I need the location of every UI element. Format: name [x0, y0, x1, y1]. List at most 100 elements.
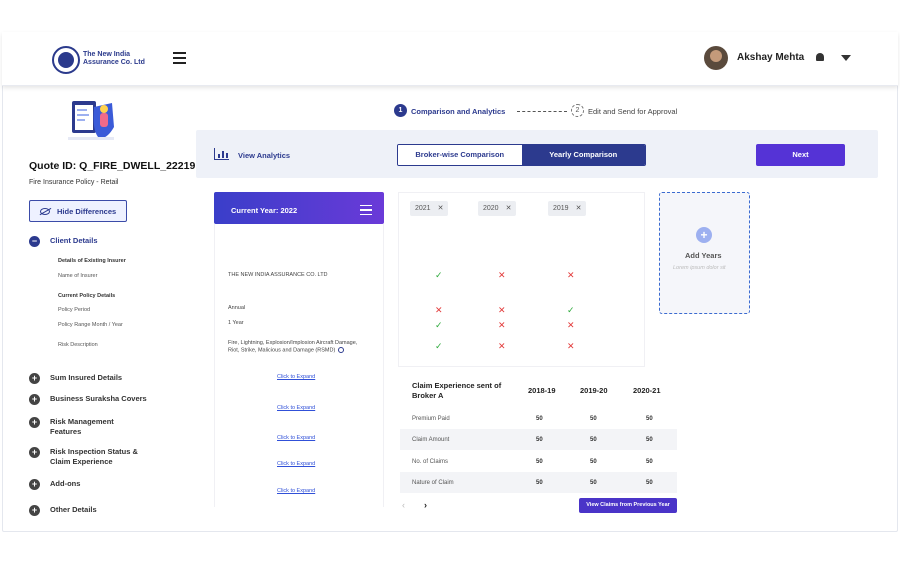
cell-value: 50 [646, 437, 653, 443]
chevron-down-icon[interactable] [841, 55, 851, 61]
year-chip[interactable]: 2020 ✕ [478, 201, 517, 216]
year-chip[interactable]: 2021 ✕ [410, 201, 449, 216]
plus-circle-icon: + [29, 479, 40, 490]
policy-period-value: Annual [228, 305, 246, 311]
row-label: Claim Amount [412, 437, 450, 443]
plus-icon[interactable]: + [696, 227, 712, 243]
info-icon[interactable] [338, 347, 345, 353]
sub-heading: Details of Existing Insurer [58, 258, 126, 264]
risk-description-value: Fire, Lightning, Explosion/Implosion Air… [228, 340, 368, 354]
tab-broker-wise[interactable]: Broker-wise Comparison [398, 145, 522, 165]
cell-value: 50 [646, 480, 653, 486]
policy-range-value: 1 Year [228, 320, 244, 326]
insurer-name-value: THE NEW INDIA ASSURANCE CO. LTD [228, 272, 328, 278]
cell-value: 50 [590, 437, 597, 443]
sub-heading: Current Policy Details [58, 293, 116, 299]
menu-icon[interactable] [360, 205, 372, 218]
sub-item: Risk Description [58, 342, 98, 348]
view-analytics-link[interactable]: View Analytics [238, 151, 290, 160]
plus-circle-icon: + [29, 447, 40, 458]
column-header: 2019-20 [580, 386, 608, 395]
section-risk-management[interactable]: + Risk Management Features [29, 417, 130, 437]
cross-icon: ✕ [435, 305, 443, 315]
step-connector [517, 111, 567, 112]
section-label: Risk Management Features [50, 417, 114, 436]
section-add-ons[interactable]: + Add-ons [29, 479, 150, 490]
row-label: No. of Claims [412, 459, 449, 465]
close-icon[interactable]: ✕ [576, 205, 582, 212]
cell-value: 50 [536, 416, 543, 422]
section-label: Add-ons [50, 479, 81, 488]
expand-link[interactable]: Click to Expand [277, 461, 315, 467]
close-icon[interactable]: ✕ [506, 205, 512, 212]
next-button[interactable]: Next [756, 144, 845, 166]
logo-text: The New India Assurance Co. Ltd [83, 51, 145, 66]
menu-icon[interactable] [173, 52, 186, 64]
cross-icon: ✕ [498, 305, 506, 315]
cell-value: 50 [536, 459, 543, 465]
cross-icon: ✕ [567, 270, 575, 280]
section-other-details[interactable]: + Other Details [29, 505, 150, 516]
sub-item: Name of Insurer [58, 273, 98, 279]
bar-chart-icon[interactable] [214, 148, 229, 160]
section-risk-inspection[interactable]: + Risk Inspection Status & Claim Experie… [29, 447, 140, 467]
year-chip[interactable]: 2019 ✕ [548, 201, 587, 216]
check-icon: ✓ [435, 320, 443, 330]
cell-value: 50 [536, 480, 543, 486]
check-icon: ✓ [435, 270, 443, 280]
expand-link[interactable]: Click to Expand [277, 435, 315, 441]
expand-link[interactable]: Click to Expand [277, 374, 315, 380]
step-1-badge[interactable]: 1 [394, 104, 407, 117]
expand-link[interactable]: Click to Expand [277, 488, 315, 494]
year-chip-label: 2020 [483, 205, 499, 212]
cross-icon: ✕ [567, 341, 575, 351]
section-client-details[interactable]: − Client Details [29, 236, 150, 247]
cell-value: 50 [590, 416, 597, 422]
quote-id: Quote ID: Q_FIRE_DWELL_22219 [29, 160, 196, 172]
year-chip-label: 2021 [415, 205, 431, 212]
column-header: 2018-19 [528, 386, 556, 395]
column-header: 2020-21 [633, 386, 661, 395]
section-business-suraksha[interactable]: + Business Suraksha Covers [29, 394, 150, 405]
cross-icon: ✕ [498, 341, 506, 351]
add-years-label: Add Years [685, 251, 722, 260]
step-1-label[interactable]: Comparison and Analytics [411, 107, 505, 116]
cell-value: 50 [590, 459, 597, 465]
user-name[interactable]: Akshay Mehta [737, 52, 804, 63]
avatar[interactable] [704, 46, 728, 70]
section-label: Other Details [50, 505, 97, 514]
cross-icon: ✕ [498, 270, 506, 280]
step-2-label[interactable]: Edit and Send for Approval [588, 107, 677, 116]
hide-differences-button[interactable]: Hide Differences [29, 200, 127, 222]
chevron-left-icon[interactable]: ‹ [402, 500, 405, 510]
policy-type: Fire Insurance Policy - Retail [29, 179, 119, 186]
year-chip-label: 2019 [553, 205, 569, 212]
cross-icon: ✕ [567, 320, 575, 330]
sub-item: Policy Range Month / Year [58, 322, 123, 328]
view-claims-button[interactable]: View Claims from Previous Year [579, 498, 677, 513]
cell-value: 50 [536, 437, 543, 443]
cross-icon: ✕ [498, 320, 506, 330]
cell-value: 50 [646, 416, 653, 422]
chevron-right-icon[interactable]: › [424, 500, 427, 510]
quote-illustration [68, 101, 114, 140]
expand-link[interactable]: Click to Expand [277, 405, 315, 411]
section-label: Client Details [50, 236, 98, 245]
tab-yearly[interactable]: Yearly Comparison [521, 145, 645, 165]
bell-icon[interactable] [816, 53, 824, 61]
row-label: Premium Paid [412, 416, 450, 422]
plus-circle-icon: + [29, 505, 40, 516]
plus-circle-icon: + [29, 394, 40, 405]
eye-slash-icon [40, 207, 50, 215]
plus-circle-icon: + [29, 373, 40, 384]
claims-heading: Claim Experience sent of Broker A [412, 381, 502, 400]
plus-circle-icon: + [29, 417, 40, 428]
add-years-subtext: Lorem ipsum dolor sit [673, 265, 726, 271]
current-year-title: Current Year: 2022 [231, 206, 298, 215]
step-2-badge[interactable]: 2 [571, 104, 584, 117]
section-sum-insured[interactable]: + Sum Insured Details [29, 373, 150, 384]
close-icon[interactable]: ✕ [438, 205, 444, 212]
company-logo[interactable] [52, 46, 80, 74]
section-label: Sum Insured Details [50, 373, 123, 382]
comparison-toggle: Broker-wise Comparison Yearly Comparison [397, 144, 646, 166]
